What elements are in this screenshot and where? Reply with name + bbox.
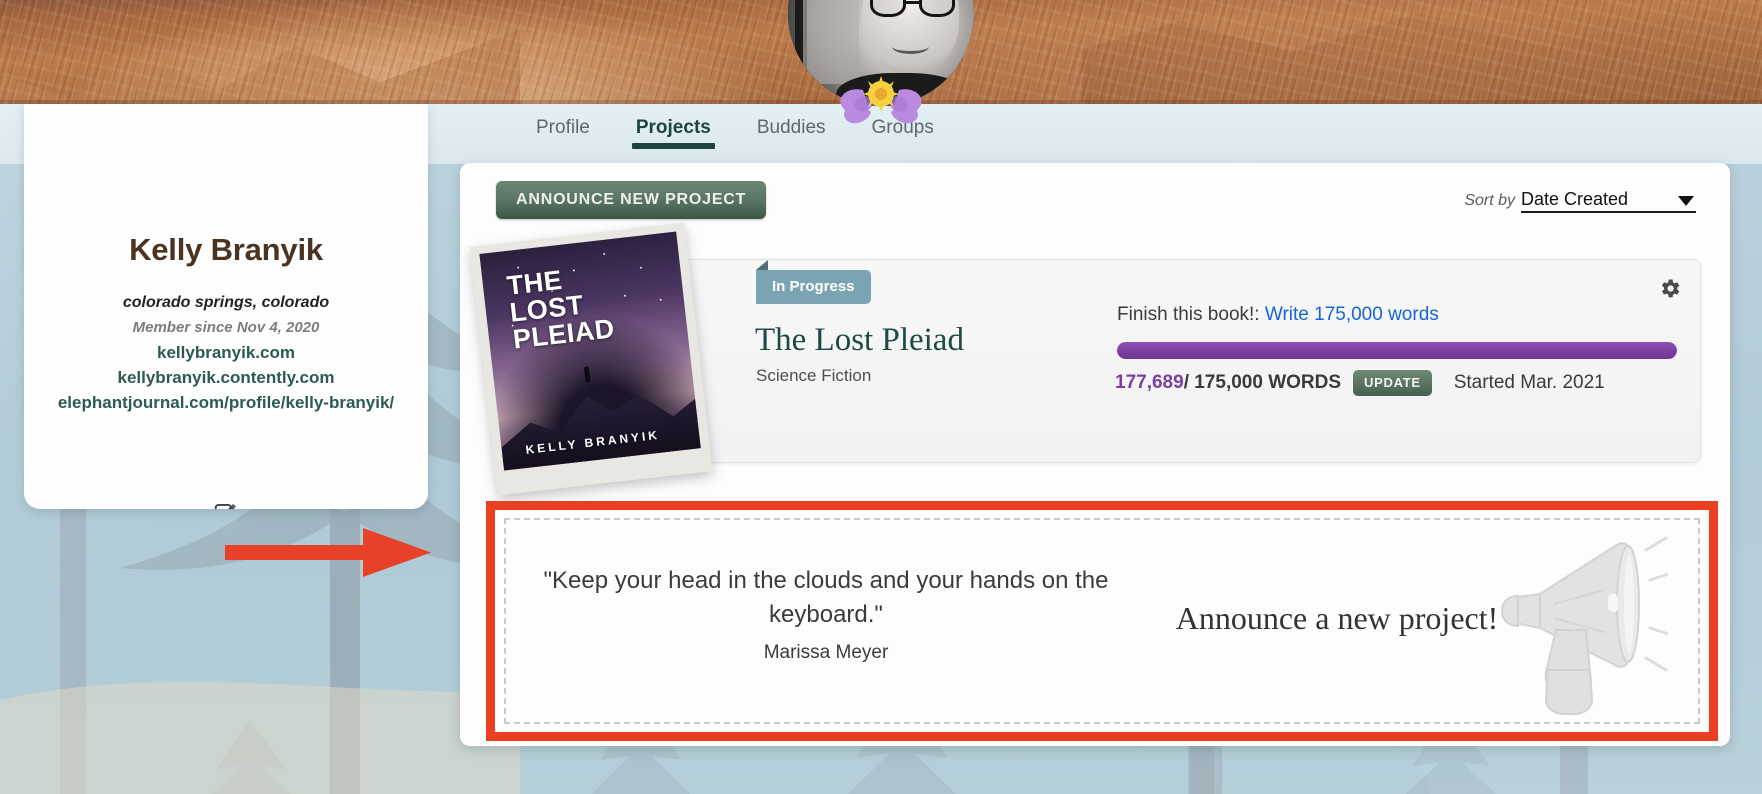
project-cover-image[interactable]: THE LOST PLEIAD KELLY BRANYIK — [469, 222, 713, 496]
project-settings-button[interactable] — [1657, 276, 1682, 306]
avatar-glasses-bridge — [904, 0, 922, 4]
profile-meta: colorado springs, colorado Member since … — [42, 290, 410, 415]
project-title[interactable]: The Lost Pleiad — [755, 322, 964, 359]
flower-crown-decoration — [833, 72, 929, 128]
highlight-annotation-box — [486, 501, 1718, 741]
profile-member-since: Member since Nov 4, 2020 — [132, 319, 320, 336]
tab-buddies[interactable]: Buddies — [751, 111, 832, 157]
sort-by-value: Date Created — [1521, 189, 1629, 209]
profile-link-3[interactable]: elephantjournal.com/profile/kelly-branyi… — [42, 390, 410, 415]
tab-buddies-label: Buddies — [756, 116, 826, 138]
projects-toolbar: ANNOUNCE NEW PROJECT Sort by Date Create… — [460, 181, 1730, 233]
avatar-glasses — [869, 0, 956, 17]
tab-projects[interactable]: Projects — [630, 111, 717, 157]
project-card[interactable]: In Progress THE LOST PLEIAD KELLY BRANYI… — [469, 222, 1701, 496]
flower-crown-icon — [840, 76, 922, 124]
sort-by-label: Sort by — [1464, 192, 1515, 209]
gear-icon — [1662, 279, 1680, 298]
sort-by-select[interactable]: Date Created — [1521, 189, 1696, 213]
tab-projects-label: Projects — [635, 116, 711, 138]
profile-link-2[interactable]: kellybranyik.contently.com — [42, 365, 410, 390]
profile-sidebar-card: Kelly Branyik colorado springs, colorado… — [24, 104, 428, 509]
announce-new-project-button[interactable]: ANNOUNCE NEW PROJECT — [496, 181, 767, 219]
tab-profile-label: Profile — [536, 116, 590, 138]
sort-control: Sort by Date Created — [1464, 189, 1696, 213]
book-cover-art: THE LOST PLEIAD KELLY BRANYIK — [479, 231, 701, 471]
avatar-glasses-right-lens — [919, 0, 956, 17]
profile-link-1[interactable]: kellybranyik.com — [42, 340, 410, 365]
edit-profile-button[interactable] — [24, 499, 428, 509]
edit-pencil-icon — [214, 503, 236, 509]
avatar-glasses-left-lens — [869, 0, 906, 17]
progress-bar — [1117, 342, 1677, 359]
avatar-smile — [892, 39, 930, 54]
word-count-goal: / 175,000 WORDS — [1183, 372, 1342, 393]
book-cover-title: THE LOST PLEIAD — [505, 261, 616, 355]
book-cover-figure — [583, 365, 591, 383]
tab-profile[interactable]: Profile — [530, 111, 596, 157]
word-count-current: 177,689 — [1115, 372, 1184, 393]
project-goal-link[interactable]: Write 175,000 words — [1265, 304, 1439, 325]
project-genre: Science Fiction — [756, 366, 872, 385]
project-goal-line: Finish this book!: Write 175,000 words — [1117, 304, 1439, 326]
chevron-down-icon — [1678, 196, 1694, 206]
status-badge: In Progress — [756, 260, 871, 304]
profile-location: colorado springs, colorado — [122, 294, 330, 311]
project-started-date: Started Mar. 2021 — [1453, 372, 1605, 393]
project-stats-row: 177,689 / 175,000 WORDS UPDATE Started M… — [1115, 370, 1605, 396]
page-title: Kelly Branyik — [129, 232, 323, 267]
update-word-count-button[interactable]: UPDATE — [1353, 370, 1432, 396]
arrow-right-icon — [225, 528, 431, 577]
project-goal-prefix: Finish this book!: — [1117, 304, 1260, 325]
red-arrow-right-annotation — [225, 523, 435, 583]
progress-bar-fill — [1117, 342, 1677, 359]
